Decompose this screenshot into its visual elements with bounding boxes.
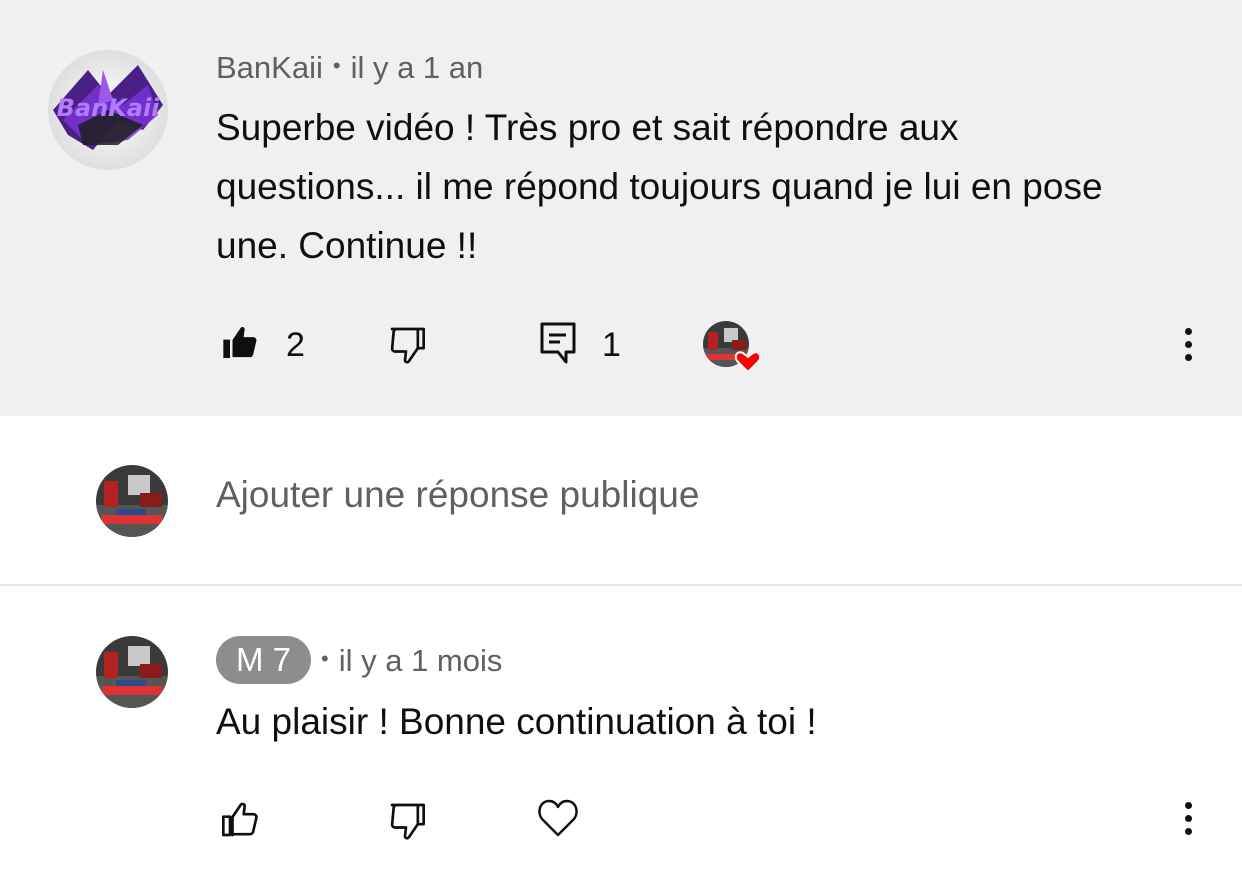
reply-author-chip[interactable]: M 7 [216, 636, 312, 684]
comment-author-avatar[interactable]: BanKaii [48, 50, 168, 170]
reply-button[interactable]: 1 [540, 322, 621, 368]
meta-separator: • [321, 646, 329, 671]
comment-timestamp[interactable]: il y a 1 an [351, 50, 484, 85]
heart-outline-icon [537, 798, 579, 843]
comment-author-name[interactable]: BanKaii [216, 50, 323, 85]
reply-like-button[interactable] [220, 800, 260, 845]
thumbs-up-icon [220, 800, 260, 845]
reply-more-button[interactable] [1168, 788, 1208, 848]
comment-text: Superbe vidéo ! Très pro et sait répondr… [216, 107, 1103, 266]
like-button[interactable]: 2 [220, 322, 305, 368]
reply-text: Au plaisir ! Bonne continuation à toi ! [216, 701, 817, 742]
reply-author-avatar[interactable] [96, 636, 168, 708]
creator-heart-badge [702, 320, 766, 376]
creator-heart-icon [702, 320, 766, 376]
comment-more-button[interactable] [1168, 314, 1208, 374]
section-divider [0, 584, 1242, 586]
meta-separator: • [332, 53, 341, 78]
avatar-logo-text: BanKaii [57, 94, 161, 122]
dislike-button[interactable] [387, 324, 427, 369]
like-count: 2 [286, 325, 305, 364]
more-vertical-icon [1184, 801, 1192, 809]
thumbs-down-icon [387, 324, 427, 369]
reply-heart-button[interactable] [537, 798, 579, 843]
thumbs-down-icon [387, 800, 427, 845]
thumbs-up-filled-icon [220, 323, 260, 368]
reply-count: 1 [602, 325, 621, 364]
reply-meta: M 7 • il y a 1 mois [216, 636, 502, 684]
reply-timestamp[interactable]: il y a 1 mois [339, 643, 503, 678]
highlighted-comment: BanKaii BanKaii • il y a 1 an Superbe vidé… [0, 0, 1242, 416]
add-reply-input[interactable]: Ajouter une réponse publique [216, 474, 699, 516]
reply-dislike-button[interactable] [387, 800, 427, 845]
comment-meta: BanKaii • il y a 1 an [216, 50, 483, 86]
more-vertical-icon [1184, 327, 1192, 335]
current-user-avatar [96, 465, 168, 537]
comment-icon [540, 322, 576, 369]
